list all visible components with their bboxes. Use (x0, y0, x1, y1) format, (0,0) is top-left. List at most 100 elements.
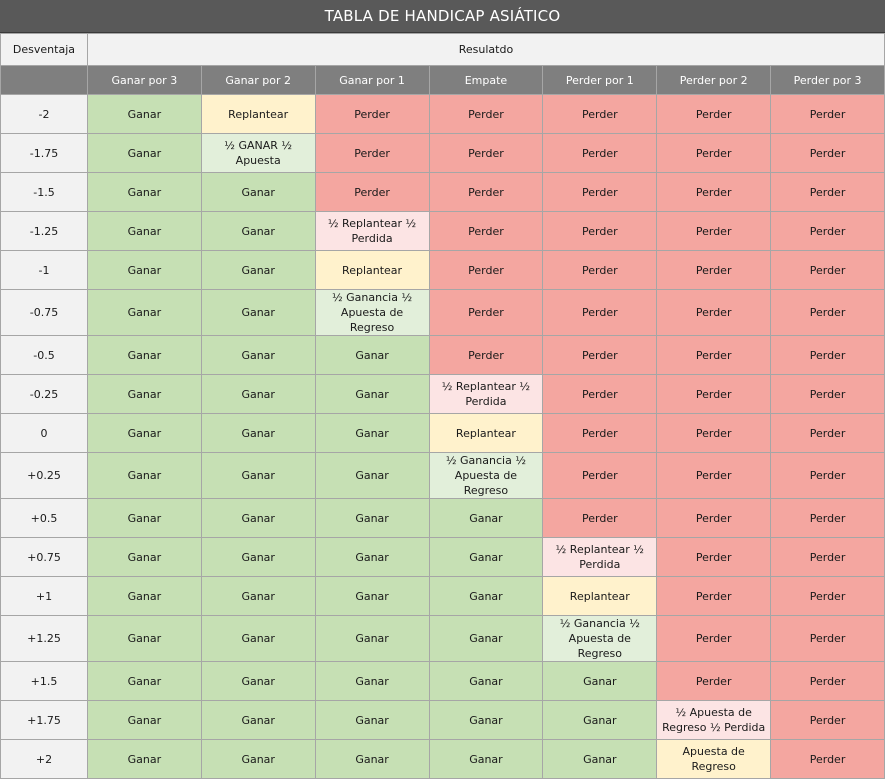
result-cell[interactable]: Perder (542, 172, 658, 212)
result-cell[interactable]: Ganar (314, 335, 430, 375)
result-cell[interactable]: Ganar (86, 661, 202, 701)
result-cell[interactable]: Perder (770, 250, 885, 290)
result-cell[interactable]: Perder (770, 133, 885, 173)
result-cell[interactable]: Ganar (86, 452, 202, 499)
result-cell[interactable]: Perder (770, 289, 885, 336)
result-cell[interactable]: Ganar (428, 576, 544, 616)
result-cell[interactable]: Perder (656, 498, 772, 538)
result-cell[interactable]: ½ Ganancia ½ Apuesta de Regreso (428, 452, 544, 499)
result-cell[interactable]: Perder (770, 335, 885, 375)
result-cell[interactable]: Ganar (200, 537, 316, 577)
result-cell[interactable]: ½ Replantear ½ Perdida (542, 537, 658, 577)
result-cell[interactable]: Ganar (314, 615, 430, 662)
result-cell[interactable]: Perder (656, 211, 772, 251)
result-cell[interactable]: Ganar (428, 615, 544, 662)
result-cell[interactable]: Perder (656, 452, 772, 499)
handicap-cell[interactable]: -1.5 (0, 172, 88, 212)
result-cell[interactable]: ½ Ganancia ½ Apuesta de Regreso (542, 615, 658, 662)
result-cell[interactable]: Perder (428, 335, 544, 375)
result-cell[interactable]: Perder (770, 413, 885, 453)
handicap-cell[interactable]: +0.75 (0, 537, 88, 577)
handicap-cell[interactable]: -1.75 (0, 133, 88, 173)
result-cell[interactable]: Perder (656, 172, 772, 212)
result-cell[interactable]: Perder (770, 498, 885, 538)
column-header[interactable]: Perder por 2 (656, 65, 772, 95)
result-cell[interactable]: Perder (314, 94, 430, 134)
result-cell[interactable]: Perder (542, 250, 658, 290)
result-cell[interactable]: Ganar (428, 498, 544, 538)
handicap-cell[interactable]: 0 (0, 413, 88, 453)
result-cell[interactable]: Ganar (200, 576, 316, 616)
result-cell[interactable]: Perder (428, 172, 544, 212)
result-cell[interactable]: Ganar (200, 250, 316, 290)
result-cell[interactable]: Perder (656, 289, 772, 336)
result-cell[interactable]: Perder (542, 452, 658, 499)
result-cell[interactable]: Perder (314, 172, 430, 212)
result-cell[interactable]: Perder (314, 133, 430, 173)
result-cell[interactable]: Ganar (314, 537, 430, 577)
result-cell[interactable]: Perder (770, 576, 885, 616)
result-cell[interactable]: Ganar (86, 576, 202, 616)
result-cell[interactable]: ½ GANAR ½ Apuesta (200, 133, 316, 173)
result-cell[interactable]: Ganar (86, 133, 202, 173)
result-cell[interactable]: Perder (656, 374, 772, 414)
handicap-cell[interactable]: +1.75 (0, 700, 88, 740)
result-cell[interactable]: Perder (770, 172, 885, 212)
result-cell[interactable]: Ganar (200, 739, 316, 779)
result-cell[interactable]: Ganar (86, 537, 202, 577)
result-cell[interactable]: Ganar (200, 452, 316, 499)
result-cell[interactable]: Ganar (314, 498, 430, 538)
result-cell[interactable]: Replantear (542, 576, 658, 616)
result-cell[interactable]: Perder (656, 413, 772, 453)
result-cell[interactable]: Ganar (314, 374, 430, 414)
column-header[interactable]: Ganar por 3 (86, 65, 202, 95)
result-cell[interactable]: Apuesta de Regreso (656, 739, 772, 779)
result-cell[interactable]: Ganar (86, 700, 202, 740)
result-cell[interactable]: Ganar (200, 615, 316, 662)
result-cell[interactable]: Ganar (314, 700, 430, 740)
result-cell[interactable]: Ganar (86, 289, 202, 336)
result-cell[interactable]: Perder (656, 94, 772, 134)
result-cell[interactable]: Perder (542, 289, 658, 336)
result-cell[interactable]: Perder (656, 537, 772, 577)
result-cell[interactable]: Perder (770, 452, 885, 499)
result-cell[interactable]: Perder (542, 335, 658, 375)
column-header[interactable]: Ganar por 2 (200, 65, 316, 95)
handicap-cell[interactable]: +1.5 (0, 661, 88, 701)
corner-cell[interactable] (0, 65, 88, 95)
result-cell[interactable]: Perder (428, 250, 544, 290)
result-cell[interactable]: Ganar (428, 700, 544, 740)
result-cell[interactable]: Ganar (428, 739, 544, 779)
result-cell[interactable]: Ganar (86, 739, 202, 779)
result-cell[interactable]: Perder (542, 498, 658, 538)
result-cell[interactable]: Perder (542, 413, 658, 453)
result-cell[interactable]: Ganar (86, 498, 202, 538)
column-header[interactable]: Empate (428, 65, 544, 95)
result-cell[interactable]: Ganar (200, 289, 316, 336)
result-cell[interactable]: Replantear (314, 250, 430, 290)
handicap-cell[interactable]: -2 (0, 94, 88, 134)
result-cell[interactable]: Ganar (200, 211, 316, 251)
result-cell[interactable]: Ganar (86, 335, 202, 375)
result-cell[interactable]: ½ Replantear ½ Perdida (428, 374, 544, 414)
column-header[interactable]: Ganar por 1 (314, 65, 430, 95)
result-cell[interactable]: Ganar (86, 94, 202, 134)
column-header[interactable]: Perder por 3 (770, 65, 885, 95)
result-cell[interactable]: Perder (428, 211, 544, 251)
result-cell[interactable]: Perder (770, 374, 885, 414)
result-cell[interactable]: Perder (770, 661, 885, 701)
result-cell[interactable]: Ganar (314, 413, 430, 453)
result-cell[interactable]: Perder (770, 211, 885, 251)
handicap-cell[interactable]: -1.25 (0, 211, 88, 251)
result-cell[interactable]: Ganar (314, 576, 430, 616)
result-cell[interactable]: Perder (542, 94, 658, 134)
result-cell[interactable]: Ganar (200, 172, 316, 212)
handicap-cell[interactable]: +1.25 (0, 615, 88, 662)
handicap-cell[interactable]: +1 (0, 576, 88, 616)
result-cell[interactable]: ½ Apuesta de Regreso ½ Perdida (656, 700, 772, 740)
result-cell[interactable]: Ganar (86, 374, 202, 414)
handicap-cell[interactable]: +2 (0, 739, 88, 779)
result-cell[interactable]: Ganar (200, 413, 316, 453)
handicap-cell[interactable]: +0.5 (0, 498, 88, 538)
handicap-cell[interactable]: -1 (0, 250, 88, 290)
